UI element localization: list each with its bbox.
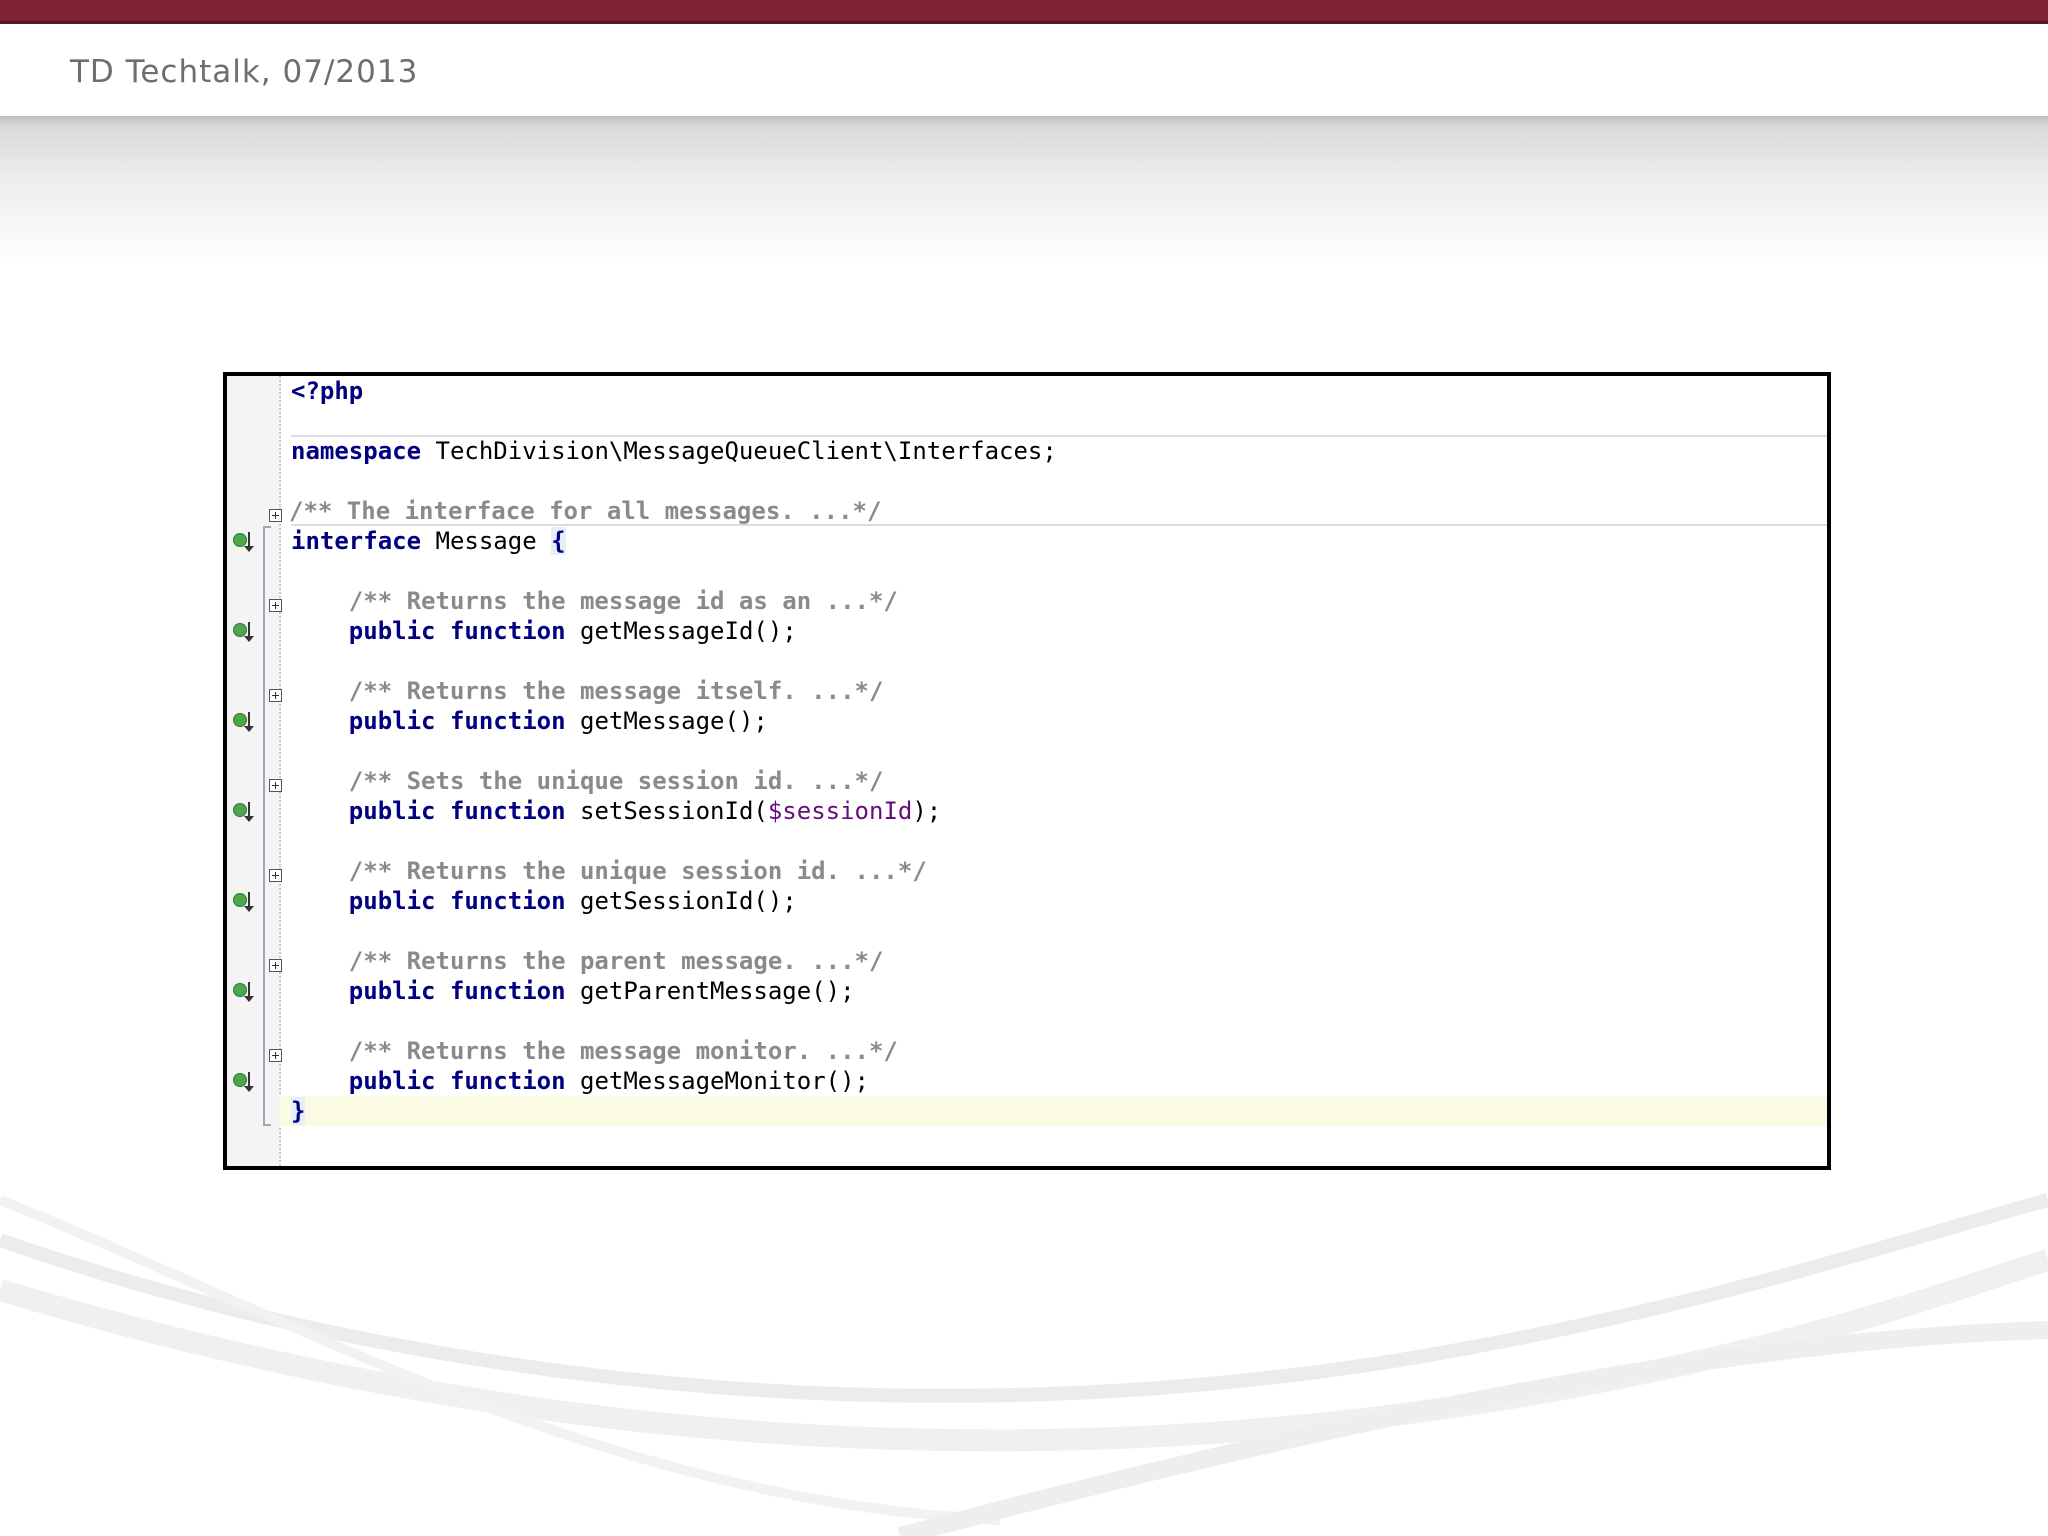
implementation-gutter-icon[interactable] xyxy=(233,532,259,554)
editor-gutter xyxy=(227,376,281,1166)
method-doc-comment[interactable]: /** Returns the parent message. ...*/ xyxy=(349,947,884,975)
function-keyword: function xyxy=(449,977,566,1005)
method-signature-end: ); xyxy=(912,797,942,825)
method-doc-comment[interactable]: /** Returns the message id as an ...*/ xyxy=(349,587,898,615)
code-line-closing-brace: } xyxy=(291,1096,306,1126)
code-line-method: public function setSessionId($sessionId)… xyxy=(291,796,941,826)
fold-toggle-icon[interactable] xyxy=(269,599,282,612)
method-signature: getMessageId(); xyxy=(580,617,797,645)
current-line-highlight xyxy=(279,1096,1827,1126)
implementation-gutter-icon[interactable] xyxy=(233,892,259,914)
slide-header-title: TD Techtalk, 07/2013 xyxy=(70,54,419,90)
implementation-gutter-icon[interactable] xyxy=(233,1072,259,1094)
method-doc-comment[interactable]: /** Returns the message monitor. ...*/ xyxy=(349,1037,898,1065)
background-swoosh xyxy=(0,1193,2048,1536)
method-signature: setSessionId( xyxy=(580,797,768,825)
code-line-method: public function getMessage(); xyxy=(291,706,768,736)
code-line-interface: interface Message { xyxy=(291,526,566,556)
fold-toggle-icon[interactable] xyxy=(269,779,282,792)
code-line-method-doc: /** Returns the message itself. ...*/ xyxy=(291,676,884,706)
code-line-interface-doc: /** The interface for all messages. ...*… xyxy=(289,496,881,526)
code-line-namespace: namespace TechDivision\MessageQueueClien… xyxy=(291,436,1057,466)
interface-close-brace: } xyxy=(291,1097,306,1125)
scope-indicator xyxy=(263,526,265,1126)
fold-toggle-icon[interactable] xyxy=(269,689,282,702)
function-keyword: function xyxy=(449,617,566,645)
top-accent-bar xyxy=(0,0,2048,24)
code-line-method-doc: /** Sets the unique session id. ...*/ xyxy=(291,766,884,796)
public-keyword: public xyxy=(348,617,436,645)
function-keyword: function xyxy=(449,707,566,735)
fold-toggle-icon[interactable] xyxy=(269,959,282,972)
scope-indicator-start xyxy=(263,526,271,528)
code-line-method: public function getParentMessage(); xyxy=(291,976,855,1006)
code-editor: <?php namespace TechDivision\MessageQueu… xyxy=(223,372,1831,1170)
method-doc-comment[interactable]: /** Returns the message itself. ...*/ xyxy=(349,677,884,705)
code-line-method-doc: /** Returns the parent message. ...*/ xyxy=(291,946,884,976)
fold-toggle-icon[interactable] xyxy=(269,509,282,522)
implementation-gutter-icon[interactable] xyxy=(233,802,259,824)
method-doc-comment[interactable]: /** Returns the unique session id. ...*/ xyxy=(349,857,927,885)
fold-toggle-icon[interactable] xyxy=(269,869,282,882)
namespace-name: TechDivision\MessageQueueClient\Interfac… xyxy=(435,437,1057,465)
code-line-open-tag: <?php xyxy=(291,376,363,406)
implementation-gutter-icon[interactable] xyxy=(233,622,259,644)
public-keyword: public xyxy=(348,887,436,915)
interface-open-brace: { xyxy=(551,527,566,555)
fold-toggle-icon[interactable] xyxy=(269,1049,282,1062)
interface-keyword: interface xyxy=(291,527,422,555)
implementation-gutter-icon[interactable] xyxy=(233,712,259,734)
code-line-method: public function getMessageId(); xyxy=(291,616,797,646)
slide-header: TD Techtalk, 07/2013 xyxy=(0,24,2048,116)
method-doc-comment[interactable]: /** Sets the unique session id. ...*/ xyxy=(349,767,884,795)
method-signature: getMessage(); xyxy=(580,707,768,735)
function-keyword: function xyxy=(449,887,566,915)
code-line-method: public function getMessageMonitor(); xyxy=(291,1066,869,1096)
scope-indicator-end xyxy=(263,1124,271,1126)
interface-name: Message xyxy=(435,527,537,555)
interface-doc-comment[interactable]: /** The interface for all messages. ...*… xyxy=(289,497,881,525)
method-signature: getMessageMonitor(); xyxy=(580,1067,869,1095)
implementation-gutter-icon[interactable] xyxy=(233,982,259,1004)
public-keyword: public xyxy=(348,797,436,825)
public-keyword: public xyxy=(348,977,436,1005)
code-line-method-doc: /** Returns the message id as an ...*/ xyxy=(291,586,898,616)
parameter-variable: $sessionId xyxy=(767,797,913,825)
public-keyword: public xyxy=(348,707,436,735)
public-keyword: public xyxy=(348,1067,436,1095)
header-shadow xyxy=(0,116,2048,266)
function-keyword: function xyxy=(449,1067,566,1095)
php-open-tag: <?php xyxy=(291,377,364,405)
namespace-keyword: namespace xyxy=(291,437,422,465)
code-line-method-doc: /** Returns the unique session id. ...*/ xyxy=(291,856,927,886)
code-line-method: public function getSessionId(); xyxy=(291,886,797,916)
method-signature: getParentMessage(); xyxy=(580,977,855,1005)
code-line-method-doc: /** Returns the message monitor. ...*/ xyxy=(291,1036,898,1066)
function-keyword: function xyxy=(449,797,566,825)
method-signature: getSessionId(); xyxy=(580,887,797,915)
